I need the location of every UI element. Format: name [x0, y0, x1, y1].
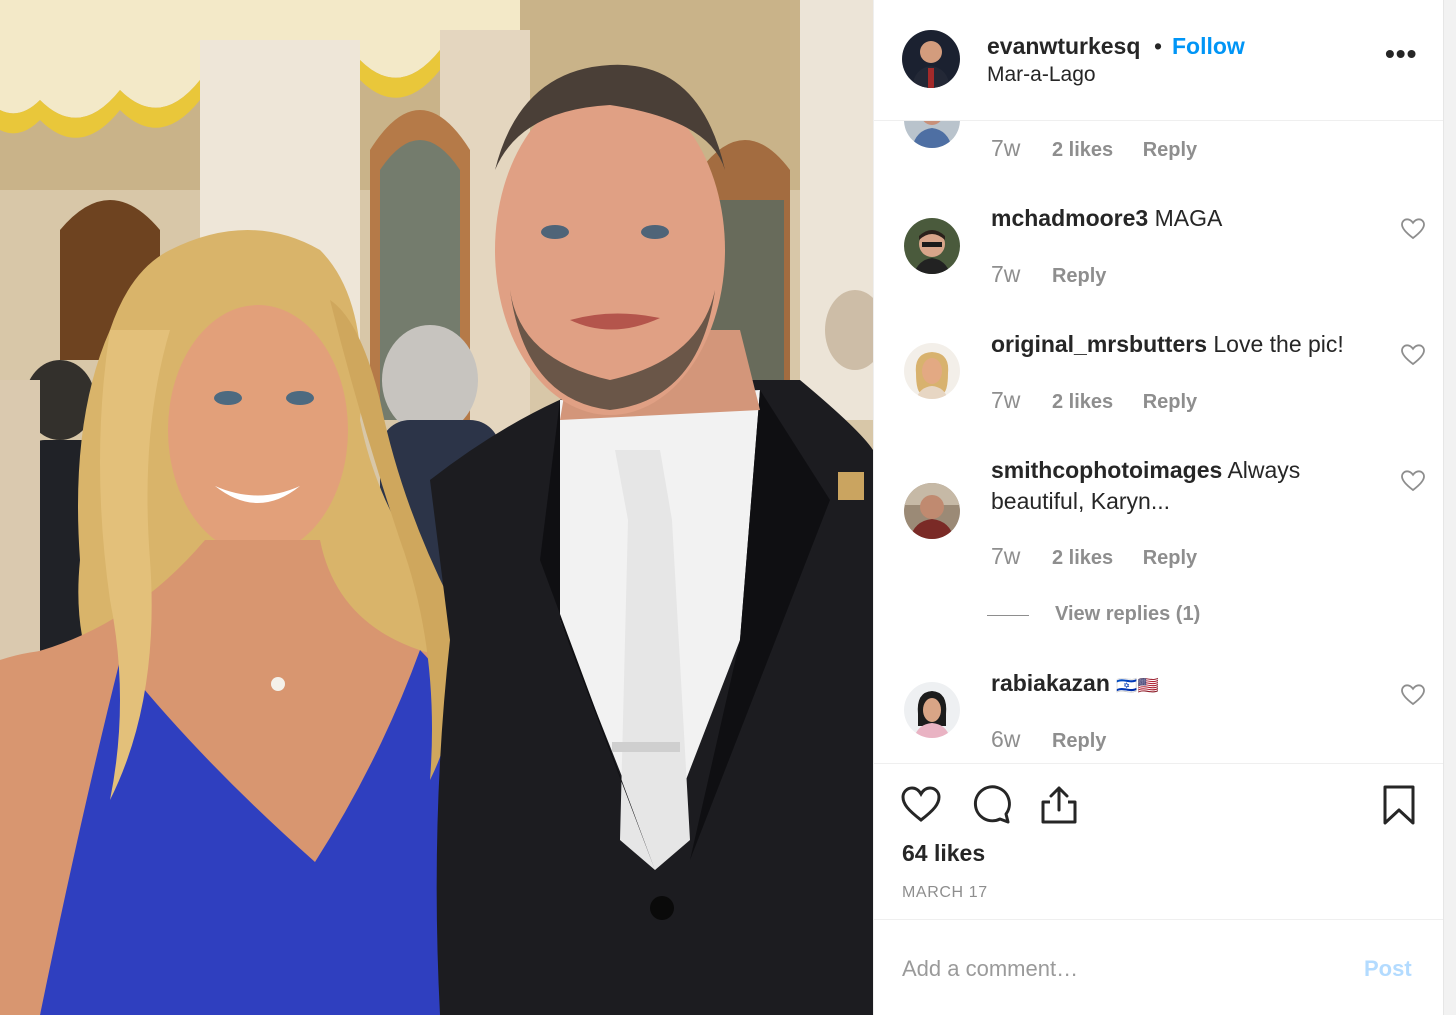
comment-meta: 7w 2 likes Reply — [991, 387, 1221, 414]
like-comment-heart-icon[interactable] — [1401, 218, 1425, 240]
comment-text: original_mrsbutters Love the pic! — [991, 329, 1381, 360]
comment-username[interactable]: rabiakazan — [991, 670, 1110, 696]
comment-meta: 6w Reply — [991, 726, 1130, 753]
reply-button[interactable]: Reply — [1052, 265, 1106, 287]
comment-body: 🇮🇱🇺🇸 — [1116, 676, 1159, 695]
share-icon[interactable] — [1038, 784, 1080, 826]
comment-body: Love the pic! — [1213, 331, 1344, 357]
commenter-avatar[interactable] — [904, 121, 960, 148]
comment-text: smithcophotoimages Always beautiful, Kar… — [991, 455, 1381, 517]
comment-age: 7w — [991, 135, 1021, 161]
comment-meta: 7w Reply — [991, 261, 1130, 288]
comment-age: 7w — [991, 261, 1021, 287]
comment-likes[interactable]: 2 likes — [1052, 547, 1113, 569]
more-options-icon[interactable]: ••• — [1385, 38, 1417, 70]
page-scrollbar[interactable] — [1443, 0, 1456, 1015]
comment-age: 6w — [991, 726, 1021, 752]
comment-likes[interactable]: 2 likes — [1052, 139, 1113, 161]
comment-username[interactable]: smithcophotoimages — [991, 457, 1222, 483]
add-comment-bar: Post — [874, 920, 1444, 1015]
commenter-avatar[interactable] — [904, 218, 960, 274]
comment-text: rabiakazan 🇮🇱🇺🇸 — [991, 668, 1381, 701]
bookmark-icon[interactable] — [1378, 784, 1420, 826]
comment-body: MAGA — [1154, 205, 1223, 231]
author-avatar[interactable] — [902, 30, 960, 88]
reply-button[interactable]: Reply — [1052, 730, 1106, 752]
likes-count[interactable]: 64 likes — [902, 840, 985, 867]
comment-meta: 7w 2 likes Reply — [991, 543, 1221, 570]
header-separator: • — [1154, 33, 1163, 59]
view-replies-button[interactable]: View replies (1) — [1055, 603, 1200, 626]
commenter-avatar[interactable] — [904, 343, 960, 399]
post-header: evanwturkesq • Follow Mar-a-Lago ••• — [874, 0, 1444, 121]
reply-button[interactable]: Reply — [1143, 547, 1197, 569]
reply-button[interactable]: Reply — [1143, 391, 1197, 413]
view-replies-divider — [987, 615, 1029, 616]
like-comment-heart-icon[interactable] — [1401, 344, 1425, 366]
comment-age: 7w — [991, 387, 1021, 413]
follow-button[interactable]: Follow — [1172, 33, 1245, 60]
comment-likes[interactable]: 2 likes — [1052, 391, 1113, 413]
commenter-avatar[interactable] — [904, 483, 960, 539]
post-comment-button[interactable]: Post — [1364, 956, 1412, 982]
photo-illustration — [0, 0, 873, 1015]
heart-icon[interactable] — [900, 784, 942, 826]
comment-username[interactable]: original_mrsbutters — [991, 331, 1207, 357]
comments-list[interactable]: 7w 2 likes Reply mchadmoore3 MAGA 7w Rep… — [874, 121, 1444, 763]
post-location[interactable]: Mar-a-Lago — [987, 63, 1096, 87]
comment-age: 7w — [991, 543, 1021, 569]
post-photo[interactable] — [0, 0, 873, 1015]
comment-text: mchadmoore3 MAGA — [991, 203, 1381, 234]
add-comment-input[interactable] — [902, 954, 1342, 984]
post-actions: 64 likes MARCH 17 — [874, 763, 1444, 920]
commenter-avatar[interactable] — [904, 682, 960, 738]
comment-icon[interactable] — [970, 784, 1012, 826]
like-comment-heart-icon[interactable] — [1401, 470, 1425, 492]
comment-username[interactable]: mchadmoore3 — [991, 205, 1148, 231]
comment-meta: 7w 2 likes Reply — [991, 135, 1221, 162]
post-details-panel: evanwturkesq • Follow Mar-a-Lago ••• 7w … — [873, 0, 1444, 1015]
post-date[interactable]: MARCH 17 — [902, 884, 988, 902]
author-username[interactable]: evanwturkesq — [987, 33, 1140, 60]
reply-button[interactable]: Reply — [1143, 139, 1197, 161]
like-comment-heart-icon[interactable] — [1401, 684, 1425, 706]
